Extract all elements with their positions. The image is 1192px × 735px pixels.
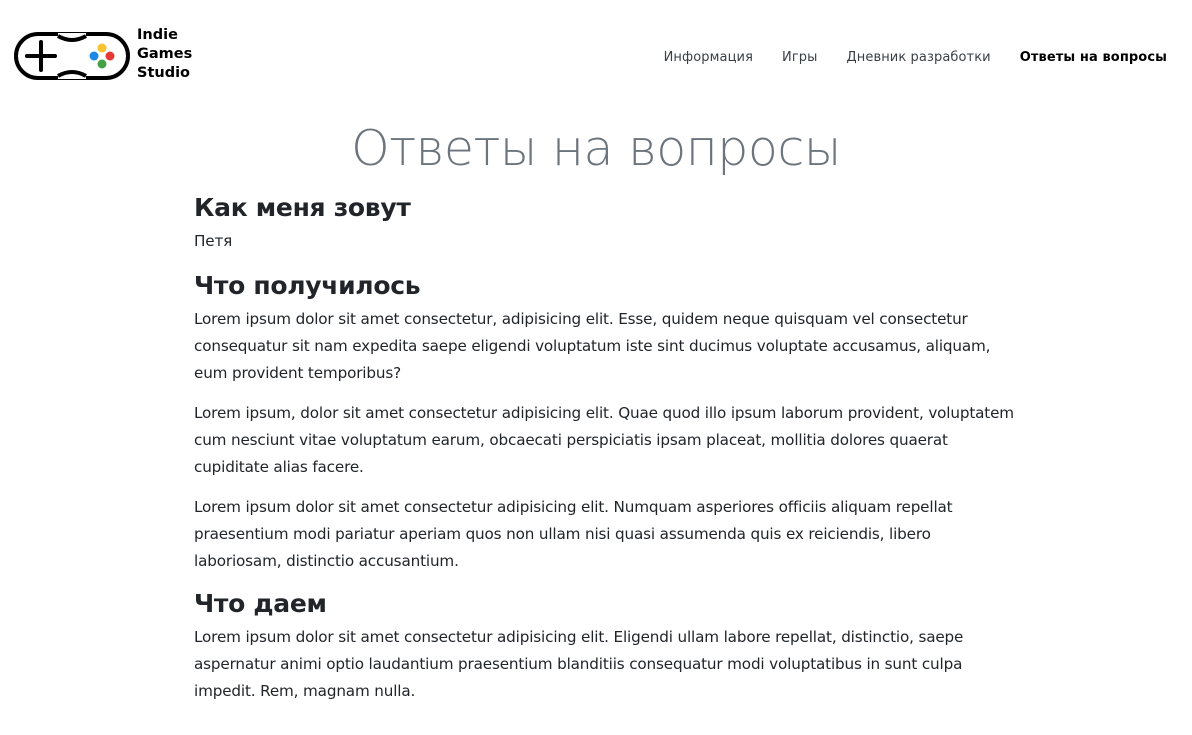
brand-line-2: Games	[137, 46, 193, 62]
gamepad-icon	[14, 32, 130, 80]
nav-item-info: Информация	[664, 46, 753, 65]
section-heading: Что даем	[194, 589, 327, 618]
section-result: Что получилось Lorem ipsum dolor sit ame…	[194, 270, 1014, 575]
main-content: Ответы на вопросы Как меня зовут Петя Чт…	[0, 117, 1192, 705]
section-paragraph: Lorem ipsum, dolor sit amet consectetur …	[194, 404, 1014, 476]
nav-item-games: Игры	[782, 46, 817, 65]
nav-link-games[interactable]: Игры	[782, 50, 817, 65]
brand-name: Indie Games Studio	[137, 26, 207, 83]
nav-item-faq: Ответы на вопросы	[1020, 46, 1167, 65]
gamepad-button-top	[97, 43, 107, 53]
section-heading: Что получилось	[194, 271, 421, 300]
gamepad-button-bottom	[97, 59, 107, 69]
answers-content: Как меня зовут Петя Что получилось Lorem…	[194, 192, 1014, 705]
nav-link-info[interactable]: Информация	[664, 50, 753, 65]
section-paragraph: Lorem ipsum dolor sit amet consectetur a…	[194, 498, 953, 570]
nav-item-devlog: Дневник разработки	[846, 46, 990, 65]
gamepad-button-left	[89, 51, 99, 61]
section-heading: Как меня зовут	[194, 193, 411, 222]
section-offer: Что даем Lorem ipsum dolor sit amet cons…	[194, 588, 1014, 705]
section-paragraph: Lorem ipsum dolor sit amet consectetur, …	[194, 310, 991, 382]
brand-line-3: Studio	[137, 65, 191, 81]
nav-link-devlog[interactable]: Дневник разработки	[846, 50, 990, 65]
section-paragraph: Lorem ipsum dolor sit amet consectetur a…	[194, 628, 964, 700]
gamepad-button-right	[105, 51, 115, 61]
brand-link[interactable]: Indie Games Studio	[14, 26, 207, 84]
brand-line-1: Indie	[137, 27, 178, 43]
nav-link-faq[interactable]: Ответы на вопросы	[1020, 50, 1167, 65]
section-paragraph: Петя	[194, 232, 233, 250]
main-nav: Информация Игры Дневник разработки Ответ…	[664, 46, 1167, 65]
navbar: Indie Games Studio Информация Игры Дневн…	[0, 0, 1192, 110]
page-title: Ответы на вопросы	[351, 120, 841, 177]
section-name: Как меня зовут Петя	[194, 192, 1014, 255]
